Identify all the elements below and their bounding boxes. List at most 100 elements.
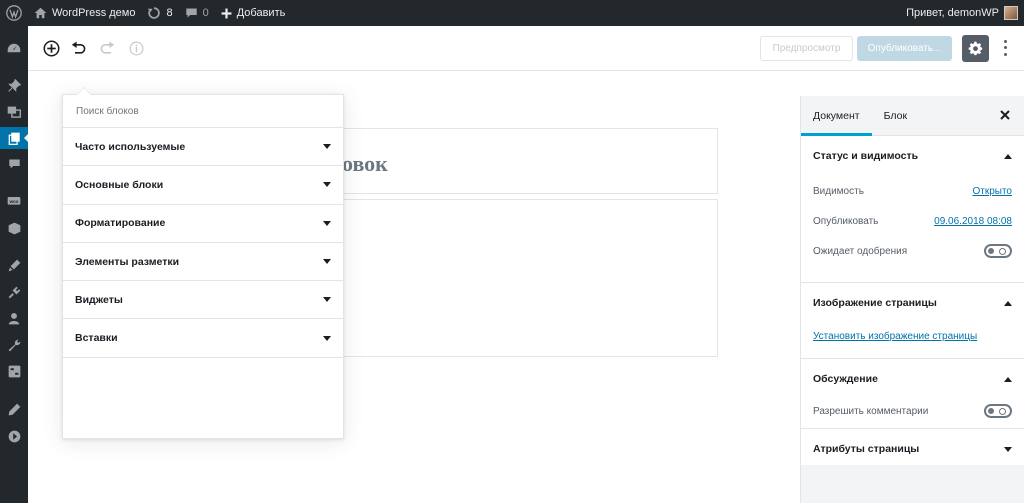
- caret-up-icon: [1004, 300, 1012, 306]
- updates-count: 8: [166, 7, 173, 19]
- tab-block[interactable]: Блок: [872, 96, 919, 136]
- content-block[interactable]: [342, 199, 718, 357]
- info-button[interactable]: [126, 38, 146, 58]
- post-title[interactable]: овок: [342, 151, 388, 177]
- pending-label: Ожидает одобрения: [813, 245, 908, 257]
- menu-pages[interactable]: [0, 127, 29, 149]
- visibility-link[interactable]: Открыто: [972, 186, 1012, 197]
- gear-icon: [968, 41, 983, 56]
- pending-review-row: Ожидает одобрения: [801, 236, 1024, 266]
- appearance-icon: [8, 259, 20, 271]
- plugins-icon: [8, 286, 20, 298]
- add-block-button[interactable]: [41, 38, 61, 58]
- category-label: Элементы разметки: [75, 255, 180, 268]
- comments-link[interactable]: 0: [179, 0, 215, 26]
- publish-date-row: Опубликовать 09.06.2018 08:08: [801, 206, 1024, 236]
- block-search-input[interactable]: Поиск блоков: [63, 95, 343, 128]
- svg-text:woo: woo: [9, 198, 19, 203]
- panel-attributes-header[interactable]: Атрибуты страницы: [801, 429, 1024, 469]
- caret-up-icon: [1004, 153, 1012, 159]
- allow-comments-label: Разрешить комментарии: [813, 405, 929, 417]
- publish-label: Опубликовать: [813, 215, 879, 227]
- wordpress-logo-button[interactable]: [0, 0, 28, 26]
- settings-icon: [8, 365, 20, 377]
- inserter-category-layout[interactable]: Элементы разметки: [63, 243, 343, 282]
- sidebar-empty-area: [801, 465, 1024, 503]
- inserter-category-embeds[interactable]: Вставки: [63, 319, 343, 358]
- menu-products[interactable]: [0, 217, 28, 239]
- more-icon: [1003, 39, 1007, 43]
- admin-menu: woo: [0, 26, 29, 503]
- title-block[interactable]: овок: [342, 128, 718, 194]
- panel-discussion: Обсуждение Разрешить комментарии: [801, 359, 1024, 429]
- menu-posts[interactable]: [0, 74, 28, 96]
- caret-down-icon: [323, 182, 331, 188]
- greeting: Привет, demonWP: [906, 7, 999, 19]
- block-inserter-popover: Поиск блоков Часто используемые Основные…: [62, 87, 344, 439]
- panel-featured-header[interactable]: Изображение страницы: [801, 283, 1024, 323]
- caret-down-icon: [323, 259, 331, 265]
- menu-appearance[interactable]: [0, 254, 28, 276]
- visibility-label: Видимость: [813, 185, 864, 197]
- category-label: Часто используемые: [75, 140, 186, 153]
- more-menu-button[interactable]: [998, 38, 1012, 58]
- set-featured-image-link[interactable]: Установить изображение страницы: [813, 331, 977, 342]
- menu-edit[interactable]: [0, 398, 28, 420]
- add-new-label: Добавить: [236, 7, 286, 19]
- panel-featured-image: Изображение страницы Установить изображе…: [801, 283, 1024, 359]
- settings-toggle-button[interactable]: [962, 35, 989, 62]
- site-name-link[interactable]: WordPress демо: [28, 0, 141, 26]
- menu-woocommerce[interactable]: woo: [0, 190, 28, 212]
- updates-icon: [148, 7, 161, 19]
- plus-icon: [221, 8, 232, 18]
- panel-page-attributes: Атрибуты страницы: [801, 429, 1024, 470]
- visibility-row: Видимость Открыто: [801, 176, 1024, 206]
- undo-button[interactable]: [69, 38, 89, 58]
- menu-collapse[interactable]: [0, 425, 28, 447]
- preview-button[interactable]: Предпросмотр: [760, 36, 853, 61]
- inserter-category-widgets[interactable]: Виджеты: [63, 281, 343, 320]
- panel-status-header[interactable]: Статус и видимость: [801, 136, 1024, 176]
- admin-bar: WordPress демо 8 0 Добавить Привет, demo…: [0, 0, 1024, 26]
- allow-comments-row: Разрешить комментарии: [801, 399, 1024, 423]
- publish-date-link[interactable]: 09.06.2018 08:08: [934, 216, 1012, 227]
- woo-icon: woo: [7, 196, 21, 205]
- media-icon: [7, 106, 21, 118]
- undo-icon: [71, 41, 86, 54]
- menu-comments[interactable]: [0, 153, 28, 175]
- menu-users[interactable]: [0, 307, 28, 329]
- panel-discussion-header[interactable]: Обсуждение: [801, 359, 1024, 399]
- dashboard-icon: [7, 43, 21, 53]
- editor-toolbar: Предпросмотр Опубликовать...: [28, 26, 1024, 71]
- play-icon: [8, 430, 20, 442]
- pending-review-toggle[interactable]: [984, 244, 1012, 258]
- menu-plugins[interactable]: [0, 281, 28, 303]
- caret-down-icon: [323, 144, 331, 150]
- pin-icon: [7, 78, 21, 92]
- comment-icon: [8, 159, 20, 169]
- close-sidebar-button[interactable]: [998, 108, 1012, 122]
- menu-media[interactable]: [0, 100, 28, 122]
- menu-tools[interactable]: [0, 334, 28, 356]
- menu-settings[interactable]: [0, 360, 28, 382]
- users-icon: [8, 312, 20, 324]
- caret-up-icon: [1004, 376, 1012, 382]
- close-icon: [1000, 110, 1010, 120]
- updates-link[interactable]: 8: [141, 0, 178, 26]
- add-new-link[interactable]: Добавить: [215, 0, 292, 26]
- inserter-category-formatting[interactable]: Форматирование: [63, 205, 343, 243]
- category-label: Вставки: [75, 332, 118, 345]
- redo-button[interactable]: [97, 38, 117, 58]
- inserter-category-common[interactable]: Часто используемые: [63, 128, 343, 167]
- publish-button[interactable]: Опубликовать...: [857, 36, 952, 61]
- category-label: Форматирование: [75, 217, 166, 230]
- allow-comments-toggle[interactable]: [984, 404, 1012, 418]
- my-account-link[interactable]: Привет, demonWP: [900, 0, 1024, 26]
- menu-dashboard[interactable]: [0, 37, 28, 59]
- tools-icon: [8, 339, 20, 351]
- panel-title: Атрибуты страницы: [813, 443, 920, 455]
- inserter-category-basic[interactable]: Основные блоки: [63, 166, 343, 205]
- panel-status-visibility: Статус и видимость Видимость Открыто Опу…: [801, 136, 1024, 283]
- avatar: [1004, 6, 1018, 20]
- tab-document[interactable]: Документ: [801, 96, 872, 136]
